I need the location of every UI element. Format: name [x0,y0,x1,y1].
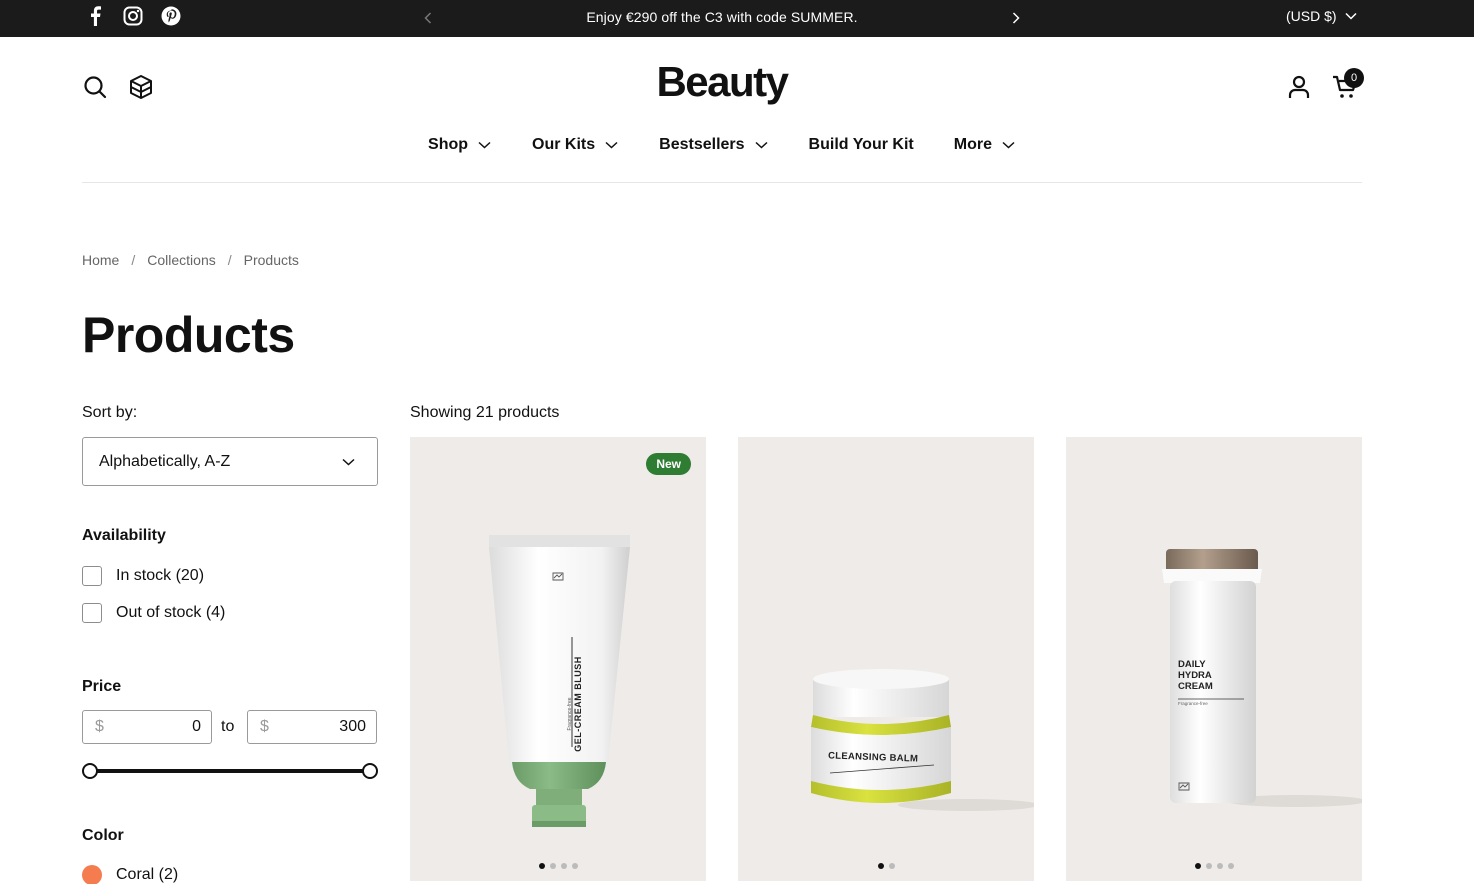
color-label: Coral (2) [116,866,179,883]
breadcrumb-collections[interactable]: Collections [147,252,215,268]
nav-item-label: More [953,136,992,153]
price-min-value: 0 [192,718,201,735]
sort-label: Sort by: [82,404,138,421]
nav-item-label: Shop [428,136,469,153]
nav-item-shop[interactable]: Shop [428,134,492,156]
currency-label: (USD $) [1286,8,1337,24]
price-to-label: to [221,718,235,735]
breadcrumb-current: Products [243,252,299,268]
header-divider [82,182,1362,183]
store-logo[interactable]: Beauty [0,58,1444,106]
gel-cream-blush-tube-image [489,535,630,827]
carousel-dot[interactable] [560,863,567,869]
carousel-dot[interactable] [1227,863,1234,869]
breadcrumb-separator: / [131,252,136,268]
in-stock-checkbox[interactable] [82,566,102,586]
price-max-value: 300 [339,718,366,735]
nav-item-label: Our Kits [532,136,596,153]
chevron-down-icon [755,138,769,152]
carousel-dot[interactable] [571,863,578,869]
product-card[interactable]: CLEANSING BALM [738,437,1034,881]
price-min-field[interactable]: $ 0 [82,710,212,744]
carousel-dot[interactable] [1216,863,1223,869]
cleansing-balm-jar-image [811,669,1034,811]
availability-heading[interactable]: Availability [82,527,166,545]
nav-item-build-your-kit[interactable]: Build Your Kit [809,134,914,156]
cart-count-badge: 0 [1344,68,1364,88]
out-of-stock-checkbox[interactable] [82,603,102,623]
announcement-next-button[interactable] [1006,8,1026,28]
product-count: Showing 21 products [410,404,560,421]
carousel-dot[interactable] [538,863,545,869]
sort-select[interactable]: Alphabetically, A-Z [82,437,378,486]
chevron-down-icon [1345,12,1357,20]
price-heading[interactable]: Price [82,678,121,696]
chevron-down-icon [605,138,619,152]
nav-item-label: Bestsellers [659,136,745,153]
announcement-bar: Enjoy €290 off the C3 with code SUMMER. … [0,0,1474,37]
carousel-dot[interactable] [549,863,556,869]
color-swatch-coral[interactable] [82,865,102,884]
chevron-down-icon [478,138,492,152]
product-card[interactable]: DAILY HYDRA CREAM Fragrance-free [1066,437,1362,881]
breadcrumb-separator: / [227,252,232,268]
account-icon[interactable] [1286,74,1312,100]
page-title: Products [82,307,295,363]
image-carousel-dots[interactable] [410,863,706,869]
announcement-text: Enjoy €290 off the C3 with code SUMMER. [586,9,858,25]
product-card[interactable]: New GEL-CREAM BLUSH Fragrance-free [410,437,706,881]
image-carousel-dots[interactable] [1066,863,1362,869]
currency-symbol: $ [260,718,269,735]
price-slider-track[interactable] [90,769,370,773]
tube-sublabel: Fragrance-free [567,697,573,731]
chevron-down-icon [1002,138,1016,152]
breadcrumb-home[interactable]: Home [82,252,119,268]
carousel-dot[interactable] [877,863,884,869]
currency-selector[interactable]: (USD $) [1286,8,1357,24]
currency-symbol: $ [95,718,104,735]
nav-item-more[interactable]: More [954,134,1016,156]
in-stock-label: In stock (20) [116,567,205,584]
filter-in-stock[interactable]: In stock (20) [82,566,204,586]
bottle-sublabel: Fragrance-free [1178,701,1208,706]
filter-out-of-stock[interactable]: Out of stock (4) [82,603,225,623]
out-of-stock-label: Out of stock (4) [116,604,226,621]
nav-item-our-kits[interactable]: Our Kits [532,134,619,156]
carousel-dot[interactable] [1205,863,1212,869]
sort-value: Alphabetically, A-Z [99,452,231,470]
price-max-field[interactable]: $ 300 [247,710,377,744]
color-heading[interactable]: Color [82,827,124,845]
chevron-right-icon [1012,12,1020,24]
carousel-dot[interactable] [888,863,895,869]
price-slider-min-handle[interactable] [82,763,98,779]
bottle-label: DAILY HYDRA CREAM [1178,659,1213,692]
carousel-dot[interactable] [1194,863,1201,869]
main-nav: Shop Our Kits Bestsellers Build Your Kit… [0,134,1444,156]
daily-hydra-cream-bottle-image [1162,549,1362,807]
price-slider-max-handle[interactable] [362,763,378,779]
chevron-down-icon [342,458,355,466]
breadcrumb: Home / Collections / Products [82,252,299,268]
nav-item-label: Build Your Kit [808,136,914,153]
nav-item-bestsellers[interactable]: Bestsellers [659,134,768,156]
image-carousel-dots[interactable] [738,863,1034,869]
filter-color-coral[interactable]: Coral (2) [82,865,178,884]
tube-label: GEL-CREAM BLUSH [573,656,583,752]
